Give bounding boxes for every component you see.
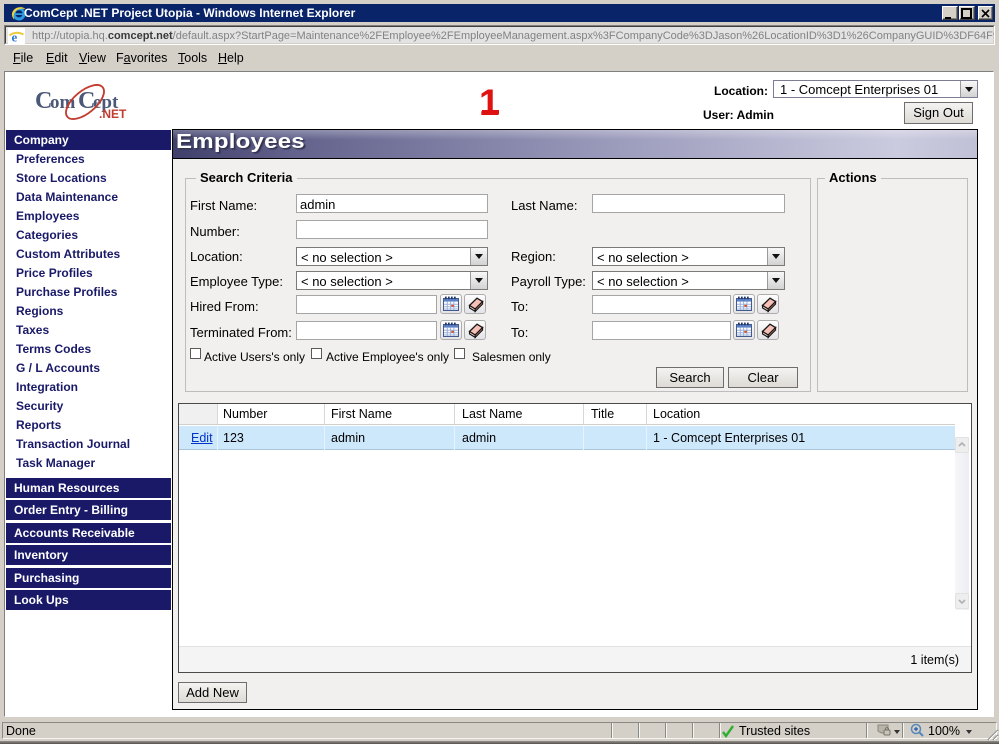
svg-text:.NET: .NET [99, 107, 127, 121]
svg-text:e: e [12, 30, 18, 45]
svg-text:om: om [50, 92, 76, 113]
